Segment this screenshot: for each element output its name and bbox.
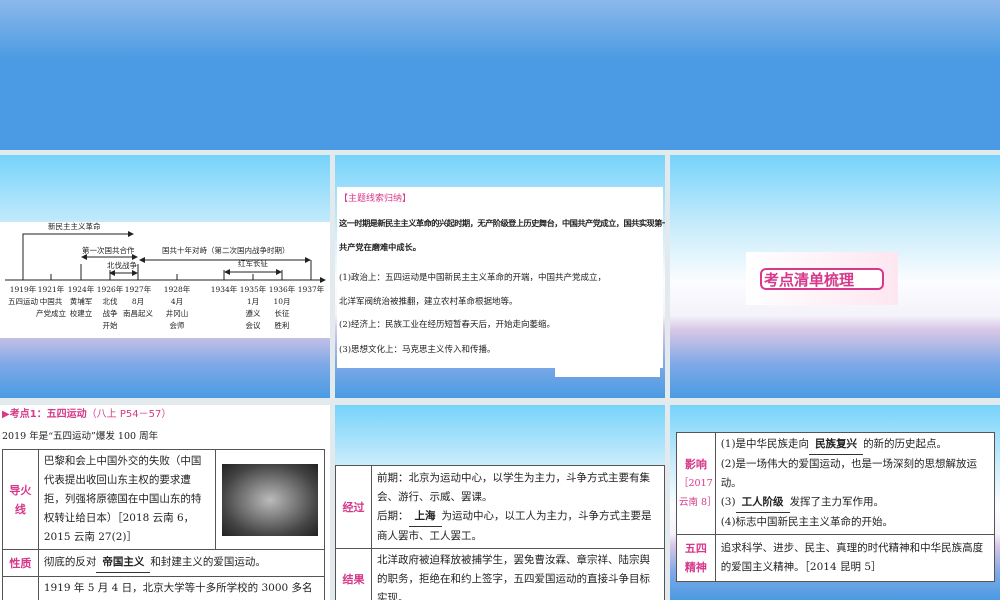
timeline-event-l2: 产党成立 [36,308,66,318]
process-early: 前期：北京为运动中心，以学生为主力，斗争方式主要有集会、游行、示威、罢课。 [377,471,650,503]
timeline-event-l2: 长征 [275,308,290,318]
outbreak-text: 1919 年 5 月 4 日，北京大学等十多所学校的 3000 多名学生在天安门… [37,576,326,600]
timeline-event-l3: 开始 [103,320,118,330]
timeline-event-year: 1926年 [97,284,124,294]
topic-subtitle: 2019 年是“五四运动”爆发 100 周年 [2,431,159,442]
summary-economy: (2)经济上：民族工业在经历短暂春天后，开始走向萎缩。 [339,320,556,330]
timeline-event-l1: 10月 [273,297,290,306]
may-fourth-table-3: 影响 ［2017 云南 8］ (1)是中华民族走向 民族复兴 的新的历史起点。 (2)是… [676,432,996,582]
timeline-event-l1: 中国共 [40,296,63,306]
row-label-impact: 影响 ［2017 云南 8］ [676,432,717,535]
summary-line-2: 共产党在磨难中成长。 [339,242,421,252]
label-ten-year-confrontation: 国共十年对峙（第二次国内战争时期） [162,245,290,255]
may-fourth-photo [222,463,318,536]
summary-line-1: 这一时期是新民主主义革命的兴起时期，无产阶级登上历史舞台，中国共产党成立，国共实… [339,218,665,228]
may-fourth-table-1: 导火线 巴黎和会上中国外交的失败（中国代表提出收回山东主权的要求遭拒，列强将原德… [2,449,326,600]
slide-thumbnail-timeline[interactable]: 新民主主义革命 第一次国共合作 北伐战争 国共十年对峙（第二次国内战争时期） 红… [0,155,330,398]
result-text: 北洋政府被迫释放被捕学生，罢免曹汝霖、章宗祥、陆宗舆的职务，拒绝在和约上签字，五… [371,548,665,600]
topic-heading: ▶考点1：五四运动（八上 P54－57） [2,409,172,420]
timeline-event-year: 1927年 [125,284,152,294]
label-new-democratic-revolution: 新民主主义革命 [48,222,101,231]
timeline-event-l1: 五四运动 [8,296,38,306]
timeline-event-year: 1919年 [10,284,37,294]
timeline-event-l2: 遵义 [246,308,261,318]
timeline-event-year: 1924年 [68,284,95,294]
slide-thumbnail-may-fourth-2[interactable]: 经过 前期：北京为运动中心，以学生为主力，斗争方式主要有集会、游行、示威、罢课。… [335,405,665,600]
row-label-process: 经过 [335,465,372,549]
impact-list: (1)是中华民族走向 民族复兴 的新的历史起点。 (2)是一场伟大的爱国运动，也是一… [714,432,996,535]
label-first-cooperation: 第一次国共合作 [82,245,135,255]
timeline-event-l2: 井冈山 [166,308,189,318]
spirit-text: 追求科学、进步、民主、真理的时代精神和中华民族高度的爱国主义精神。［2014 昆… [714,534,996,582]
slide-thumbnail-may-fourth-1[interactable]: ▶考点1：五四运动（八上 P54－57） 2019 年是“五四运动”爆发 100… [0,405,330,600]
row-label-nature: 性质 [2,549,39,577]
summary-panel-tab [555,368,660,377]
timeline-event-l1: 1月 [247,297,259,306]
timeline-event-l1: 黄埔军 [70,296,93,306]
trigger-text: 巴黎和会上中国外交的失败（中国代表提出收回山东主权的要求遭拒，列强将原德国在中国… [37,449,217,550]
timeline-event-year: 1937年 [298,284,325,294]
summary-politics-1: (1)政治上：五四运动是中国新民主主义革命的开端，中国共产党成立， [339,273,607,283]
timeline-event-l3: 胜利 [275,320,290,330]
row-label-trigger: 导火线 [2,449,39,550]
label-long-march: 红军长征 [238,258,268,268]
slide-thumbnail-may-fourth-3[interactable]: 影响 ［2017 云南 8］ (1)是中华民族走向 民族复兴 的新的历史起点。 (2)是… [670,405,1000,600]
summary-culture: (3)思想文化上：马克思主义传入和传播。 [339,345,496,355]
timeline-event-l3: 会议 [246,320,261,330]
section-title: 考点清单梳理 [764,271,855,289]
timeline-event-year: 1935年 [240,284,267,294]
row-label-outbreak: 爆发 [2,576,39,600]
timeline-chart: 新民主主义革命 第一次国共合作 北伐战争 国共十年对峙（第二次国内战争时期） 红… [5,221,326,330]
timeline-event-l2: 南昌起义 [123,308,153,318]
may-fourth-table-2: 经过 前期：北京为运动中心，以学生为主力，斗争方式主要有集会、游行、示威、罢课。… [335,465,665,600]
row-label-spirit: 五四 精神 [676,534,716,582]
title-banner: 考点清单梳理 [746,252,898,305]
timeline-event-year: 1936年 [269,284,296,294]
timeline-event-l1: 4月 [171,297,183,306]
timeline-event-year: 1934年 [211,284,238,294]
previous-slide-thumbnail[interactable] [0,0,1000,150]
timeline-event-l1: 8月 [132,297,144,306]
summary-heading: 【主题线索归纳】 [339,194,412,204]
timeline-event-l3: 会师 [170,320,185,330]
timeline-event-l2: 校建立 [70,308,93,318]
timeline-event-l2: 战争 [103,308,118,318]
timeline-event-year: 1928年 [164,284,191,294]
timeline-event-l1: 北伐 [103,296,118,306]
timeline-panel: 新民主主义革命 第一次国共合作 北伐战争 国共十年对峙（第二次国内战争时期） 红… [0,221,330,338]
label-northern-expedition: 北伐战争 [107,260,137,270]
summary-politics-2: 北洋军阀统治被推翻，建立农村革命根据地等。 [339,297,518,307]
nature-text: 彻底的反对 帝国主义 和封建主义的爱国运动。 [37,549,326,577]
process-late: 后期： 上海 为运动中心，以工人为主力，斗争方式主要是商人罢市、工人罢工。 [377,507,659,546]
timeline-event-year: 1921年 [38,284,65,294]
slide-thumbnail-section-title[interactable]: 考点清单梳理 [670,155,1000,398]
slide-thumbnail-summary[interactable]: 【主题线索归纳】 这一时期是新民主主义革命的兴起时期，无产阶级登上历史舞台，中国… [335,155,665,398]
row-label-result: 结果 [335,548,372,600]
